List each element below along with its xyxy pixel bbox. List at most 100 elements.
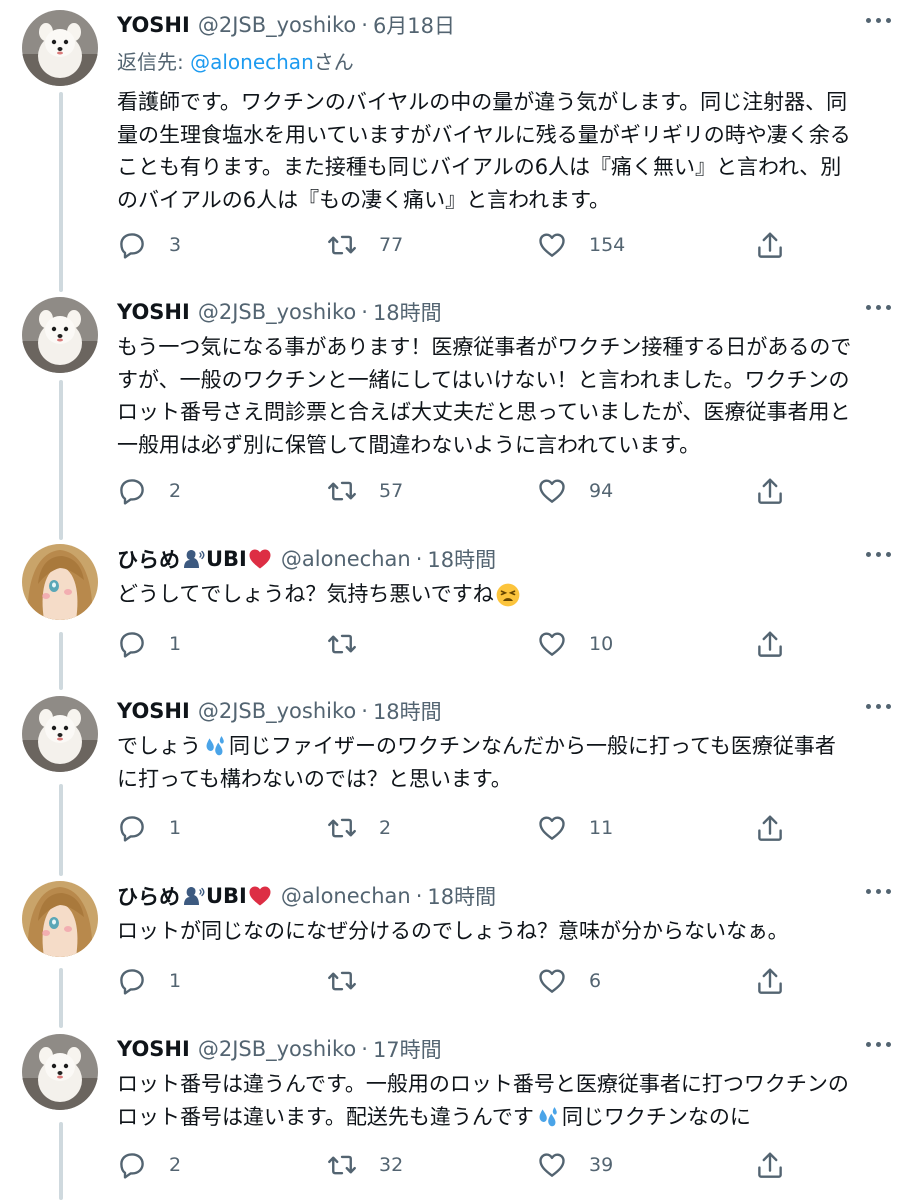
retweet-icon	[327, 966, 357, 996]
more-options-icon[interactable]	[866, 887, 892, 895]
share-button[interactable]	[755, 474, 785, 508]
reply-to-suffix: さん	[313, 50, 354, 74]
reply-count: 1	[169, 970, 182, 992]
timestamp[interactable]: 18時間	[373, 696, 442, 726]
red-heart-icon	[248, 884, 272, 908]
separator: ·	[361, 300, 368, 324]
timestamp[interactable]: 18時間	[427, 881, 496, 911]
reply-to-prefix: 返信先:	[117, 50, 191, 74]
tweet-text: ロット番号は違うんです。一般用のロット番号と医療従事者に打つワクチンの ロット番…	[117, 1068, 897, 1133]
tweet-actions: 1 10	[117, 627, 797, 661]
like-count: 11	[589, 817, 614, 839]
tweet-actions: 2 32 39	[117, 1148, 797, 1182]
avatar[interactable]	[22, 297, 98, 373]
tweet-text-line: 一般用は必ず別に保管して間違わないように言われています。	[117, 432, 701, 457]
tweet-header: ひらめ UBI @alonechan · 18時間	[117, 544, 496, 574]
more-options-icon[interactable]	[866, 16, 892, 24]
tweet[interactable]: ひらめ UBI @alonechan · 18時間 どうしてでしょうね？気持ち悪…	[0, 534, 922, 688]
like-button[interactable]: 94	[537, 474, 613, 508]
reply-count: 2	[169, 1154, 182, 1176]
like-button[interactable]: 39	[537, 1148, 613, 1182]
display-name[interactable]: YOSHI	[117, 13, 190, 37]
more-options-icon[interactable]	[866, 550, 892, 558]
avatar[interactable]	[22, 881, 98, 957]
avatar[interactable]	[22, 696, 98, 772]
tweet-text-line: でしょう 同じファイザーのワクチンなんだから一般に打っても医療従事者	[117, 730, 897, 763]
timestamp[interactable]: 18時間	[373, 297, 442, 327]
user-handle[interactable]: @2JSB_yoshiko	[198, 699, 356, 723]
retweet-count: 57	[379, 480, 404, 502]
display-name-suffix[interactable]: UBI	[206, 884, 247, 908]
user-handle[interactable]: @2JSB_yoshiko	[198, 1037, 356, 1061]
tweet[interactable]: YOSHI @2JSB_yoshiko · 17時間 ロット番号は違うんです。一…	[0, 1024, 922, 1200]
separator: ·	[415, 884, 423, 908]
share-button[interactable]	[755, 964, 785, 998]
share-button[interactable]	[755, 1148, 785, 1182]
retweet-count: 32	[379, 1154, 404, 1176]
avatar[interactable]	[22, 10, 98, 86]
user-handle[interactable]: @alonechan	[281, 547, 411, 571]
tweet-text-segment: ロット番号は違います。配送先も違うんです	[117, 1104, 534, 1129]
avatar[interactable]	[22, 1034, 98, 1110]
reply-button[interactable]: 1	[117, 964, 181, 998]
tweet-actions: 2 57 94	[117, 474, 797, 508]
retweet-icon	[327, 629, 357, 659]
reply-button[interactable]: 1	[117, 627, 181, 661]
display-name[interactable]: ひらめ	[117, 544, 180, 574]
avatar[interactable]	[22, 544, 98, 620]
anime-girl-avatar-icon	[22, 881, 98, 957]
retweet-button[interactable]: 32	[327, 1148, 403, 1182]
display-name[interactable]: ひらめ	[117, 881, 180, 911]
reply-button[interactable]: 2	[117, 1148, 181, 1182]
more-options-icon[interactable]	[866, 702, 892, 710]
more-options-icon[interactable]	[866, 303, 892, 311]
retweet-button[interactable]: 57	[327, 474, 403, 508]
retweet-button[interactable]: 2	[327, 811, 391, 845]
reply-button[interactable]: 3	[117, 228, 181, 262]
display-name[interactable]: YOSHI	[117, 1037, 190, 1061]
reply-button[interactable]: 1	[117, 811, 181, 845]
retweet-button[interactable]	[327, 964, 379, 998]
display-name-suffix[interactable]: UBI	[206, 547, 247, 571]
share-icon	[755, 966, 785, 996]
speaking-head-icon	[181, 547, 205, 571]
share-button[interactable]	[755, 627, 785, 661]
reply-icon	[117, 476, 147, 506]
reply-to-mention[interactable]: @alonechan	[190, 50, 314, 74]
tweet[interactable]: ひらめ UBI @alonechan · 18時間 ロットが同じなのになぜ分ける…	[0, 871, 922, 1025]
user-handle[interactable]: @2JSB_yoshiko	[198, 300, 356, 324]
tweet-header: ひらめ UBI @alonechan · 18時間	[117, 881, 496, 911]
reply-icon	[117, 629, 147, 659]
tweet[interactable]: YOSHI @2JSB_yoshiko · 6月18日 返信先: @alonec…	[0, 0, 922, 290]
tweet-actions: 3 77 154	[117, 228, 797, 262]
display-name[interactable]: YOSHI	[117, 699, 190, 723]
display-name[interactable]: YOSHI	[117, 300, 190, 324]
more-options-icon[interactable]	[866, 1040, 892, 1048]
retweet-button[interactable]	[327, 627, 379, 661]
user-handle[interactable]: @2JSB_yoshiko	[198, 13, 356, 37]
like-button[interactable]: 11	[537, 811, 613, 845]
tweet-text-segment: 同じファイザーのワクチンなんだから一般に打っても医療従事者	[229, 734, 836, 758]
like-button[interactable]: 10	[537, 627, 613, 661]
retweet-button[interactable]: 77	[327, 228, 403, 262]
like-button[interactable]: 154	[537, 228, 625, 262]
reply-button[interactable]: 2	[117, 474, 181, 508]
speaking-head-icon	[181, 884, 205, 908]
share-icon	[755, 476, 785, 506]
separator: ·	[361, 1037, 368, 1061]
like-count: 94	[589, 480, 614, 502]
tweet[interactable]: YOSHI @2JSB_yoshiko · 18時間 でしょう 同じファイザーのワ…	[0, 686, 922, 872]
separator: ·	[361, 699, 368, 723]
sweat-droplets-icon	[202, 734, 228, 760]
share-button[interactable]	[755, 228, 785, 262]
tweet-text-segment: どうしてでしょうね？気持ち悪いですね	[117, 582, 494, 606]
share-button[interactable]	[755, 811, 785, 845]
timestamp[interactable]: 18時間	[427, 544, 496, 574]
timestamp[interactable]: 17時間	[373, 1034, 442, 1064]
tweet[interactable]: YOSHI @2JSB_yoshiko · 18時間 もう一つ気になる事がありま…	[0, 287, 922, 537]
like-heart-icon	[537, 629, 567, 659]
timestamp[interactable]: 6月18日	[373, 10, 455, 40]
like-button[interactable]: 6	[537, 964, 601, 998]
tweet-header: YOSHI @2JSB_yoshiko · 18時間	[117, 297, 442, 327]
user-handle[interactable]: @alonechan	[281, 884, 411, 908]
